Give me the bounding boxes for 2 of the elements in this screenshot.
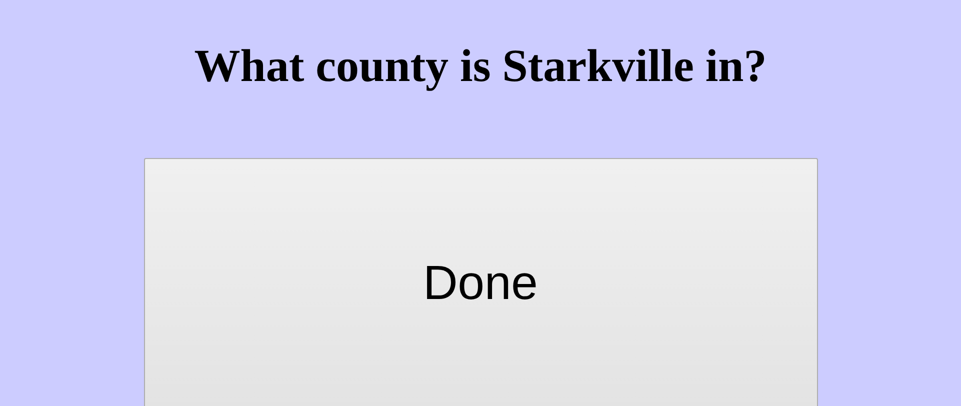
question-text: What county is Starkville in?	[194, 39, 767, 93]
done-button[interactable]: Done	[144, 158, 818, 406]
